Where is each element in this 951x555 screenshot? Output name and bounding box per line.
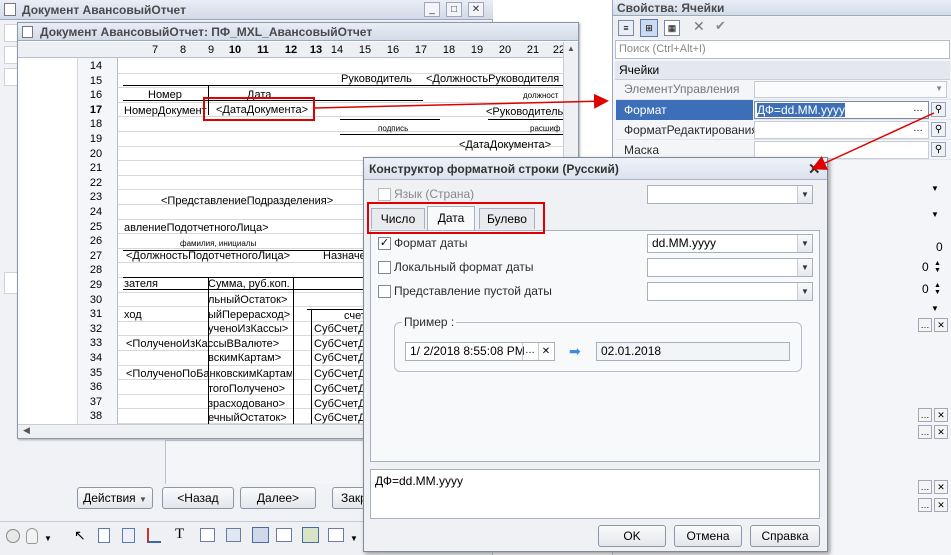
arrow-format-to-dialog — [811, 112, 935, 170]
annotation-arrows — [314, 93, 935, 170]
arrow-cell-to-format — [314, 93, 609, 109]
